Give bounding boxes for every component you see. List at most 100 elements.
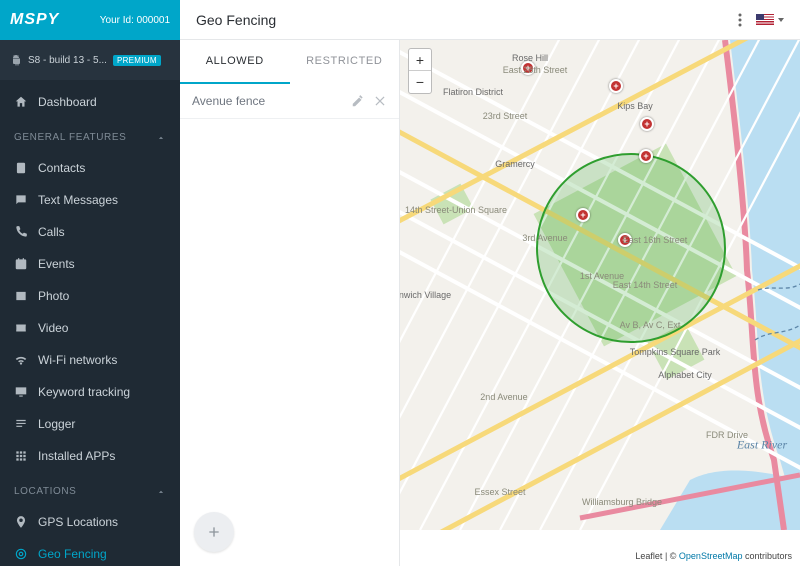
attribution-link[interactable]: OpenStreetMap [679,551,743,561]
map-label: 14th Street-Union Square [405,205,507,215]
video-icon [14,321,28,335]
sidebar-item-label: Wi-Fi networks [38,353,117,367]
zoom-in-button[interactable]: + [409,49,431,71]
sidebar-item-video[interactable]: Video [0,312,180,344]
map-marker[interactable]: + [639,149,653,163]
sidebar-item-contacts[interactable]: Contacts [0,152,180,184]
sidebar-item-keyword-tracking[interactable]: Keyword tracking [0,376,180,408]
attribution-link-text: OpenStreetMap [679,551,743,561]
sidebar: MSPY Your Id: 000001 S8 - build 13 - 5..… [0,0,180,566]
chevron-up-icon [156,487,166,497]
brand-logo: MSPY [10,11,59,29]
fence-panel: ALLOWED RESTRICTED Avenue fence [180,40,400,566]
sidebar-item-label: Video [38,321,68,335]
tab-label: ALLOWED [206,55,264,67]
map-label: 2nd Avenue [480,392,527,402]
map-label: Rose Hill [512,53,548,63]
sidebar-item-label: Events [38,257,75,271]
phone-icon [14,225,28,239]
map-label: Gramercy [495,159,535,169]
map[interactable]: ++++++ Rose HillEast 28th StreetFlatiron… [400,40,800,566]
sidebar-item-events[interactable]: Events [0,248,180,280]
plus-icon [206,524,222,540]
attribution-text: Leaflet [635,551,662,561]
sidebar-item-label: Installed APPs [38,449,115,463]
sidebar-item-label: Photo [38,289,69,303]
zoom-label: + [416,52,424,68]
monitor-icon [14,385,28,399]
user-id-label: Your Id: 000001 [100,15,170,26]
sidebar-item-text-messages[interactable]: Text Messages [0,184,180,216]
home-icon [14,95,28,109]
sidebar-item-logger[interactable]: Logger [0,408,180,440]
sidebar-item-label: Dashboard [38,95,97,109]
sidebar-item-label: Text Messages [38,193,118,207]
geofence-circle[interactable] [536,153,726,343]
sidebar-item-label: Contacts [38,161,85,175]
message-icon [14,193,28,207]
sidebar-item-label: GPS Locations [38,515,118,529]
sidebar-item-installed-apps[interactable]: Installed APPs [0,440,180,472]
map-label: Av B, Av C, Ext [620,320,681,330]
wifi-icon [14,353,28,367]
tab-restricted[interactable]: RESTRICTED [290,40,400,84]
android-icon [10,54,22,66]
page-title: Geo Fencing [196,12,276,28]
edit-icon[interactable] [351,94,365,108]
tab-allowed[interactable]: ALLOWED [180,40,290,84]
map-label: Williamsburg Bridge [582,497,662,507]
sidebar-item-gps-locations[interactable]: GPS Locations [0,506,180,538]
calendar-icon [14,257,28,271]
target-icon [14,547,28,561]
device-name: S8 - build 13 - 5... [28,55,107,66]
fence-row[interactable]: Avenue fence [180,84,399,119]
more-vert-icon[interactable] [738,13,742,27]
sidebar-nav: Dashboard GENERAL FEATURES Contacts Text… [0,80,180,566]
flag-us-icon [756,14,774,26]
map-label: East 14th Street [613,280,678,290]
premium-badge: PREMIUM [113,55,161,66]
map-attribution: Leaflet | © OpenStreetMap contributors [630,549,797,563]
zoom-control: + − [408,48,432,94]
language-selector[interactable] [756,14,784,26]
sidebar-item-geo-fencing[interactable]: Geo Fencing [0,538,180,566]
map-label: Alphabet City [658,370,712,380]
chevron-up-icon [156,133,166,143]
clipboard-icon [14,161,28,175]
map-marker[interactable]: + [609,79,623,93]
map-label: East 16th Street [623,235,688,245]
close-icon[interactable] [373,94,387,108]
list-icon [14,417,28,431]
brand-bar: MSPY Your Id: 000001 [0,0,180,40]
sidebar-item-label: Geo Fencing [38,547,107,561]
sidebar-item-wifi[interactable]: Wi-Fi networks [0,344,180,376]
apps-icon [14,449,28,463]
main: Geo Fencing ALLOWED RESTRICTED Avenue fe… [180,0,800,566]
section-locations[interactable]: LOCATIONS [0,472,180,506]
map-marker[interactable]: + [640,117,654,131]
tab-label: RESTRICTED [306,55,382,67]
sidebar-item-label: Logger [38,417,75,431]
map-marker[interactable]: + [576,208,590,222]
topbar-actions [738,13,784,27]
section-general-features[interactable]: GENERAL FEATURES [0,118,180,152]
map-label: Greenwich Village [400,290,451,300]
map-label: East 28th Street [503,65,568,75]
content: ALLOWED RESTRICTED Avenue fence [180,40,800,566]
attribution-text: contributors [742,551,792,561]
fence-name: Avenue fence [192,94,265,108]
image-icon [14,289,28,303]
device-selector[interactable]: S8 - build 13 - 5... PREMIUM [0,40,180,80]
map-label: East River [737,438,787,453]
fence-tabs: ALLOWED RESTRICTED [180,40,399,84]
sidebar-item-calls[interactable]: Calls [0,216,180,248]
map-label: Flatiron District [443,87,503,97]
map-label: Essex Street [474,487,525,497]
map-label: Kips Bay [617,101,653,111]
map-label: Tompkins Square Park [630,347,721,357]
sidebar-item-dashboard[interactable]: Dashboard [0,86,180,118]
sidebar-item-label: Keyword tracking [38,385,130,399]
zoom-out-button[interactable]: − [409,71,431,93]
add-fence-button[interactable] [194,512,234,552]
sidebar-item-photo[interactable]: Photo [0,280,180,312]
